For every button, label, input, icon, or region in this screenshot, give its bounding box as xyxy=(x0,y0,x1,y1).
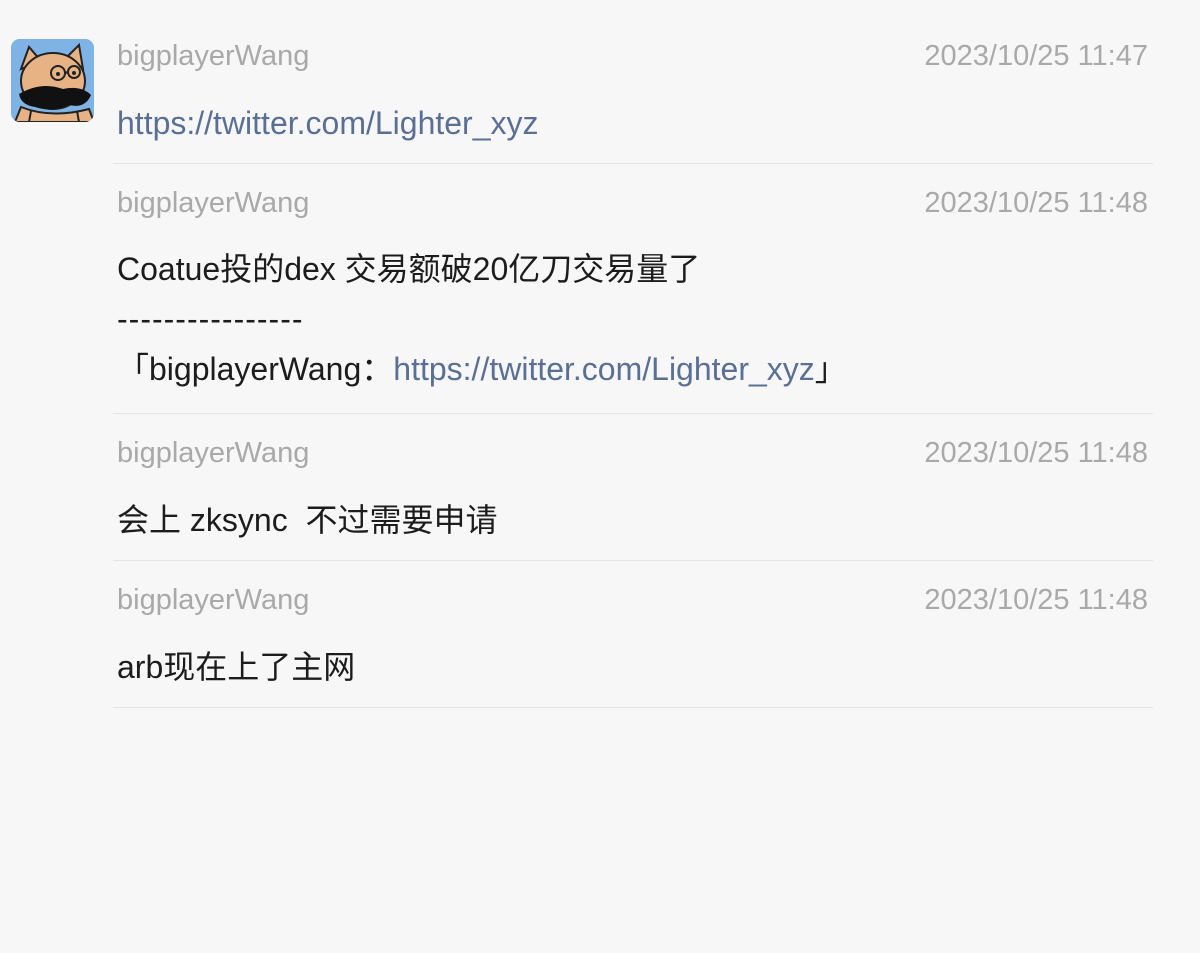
message-meta: bigplayerWang 2023/10/25 11:48 xyxy=(117,185,1148,221)
quote-divider: ---------------- xyxy=(117,301,304,337)
message-meta: bigplayerWang 2023/10/25 11:48 xyxy=(117,582,1148,618)
quote-suffix: 」 xyxy=(814,351,847,387)
avatar[interactable] xyxy=(11,39,94,122)
message-text: Coatue投的dex 交易额破20亿刀交易量了 xyxy=(117,251,701,287)
message-meta: bigplayerWang 2023/10/25 11:47 xyxy=(117,38,1148,74)
timestamp: 2023/10/25 11:48 xyxy=(924,584,1148,616)
message-text: 会上 zksync 不过需要申请 xyxy=(117,502,498,538)
cartoon-cat-avatar-icon xyxy=(11,39,94,122)
sender-name: bigplayerWang xyxy=(117,187,310,219)
twitter-link[interactable]: https://twitter.com/Lighter_xyz xyxy=(117,105,539,141)
sender-name: bigplayerWang xyxy=(117,40,310,72)
sender-name: bigplayerWang xyxy=(117,584,310,616)
message-item: bigplayerWang 2023/10/25 11:48 Coatue投的d… xyxy=(113,185,1153,414)
timestamp: 2023/10/25 11:47 xyxy=(924,40,1148,72)
quoted-message: 「bigplayerWang：https://twitter.com/Light… xyxy=(117,344,1148,394)
message-body: 会上 zksync 不过需要申请 xyxy=(117,495,1148,545)
message-meta: bigplayerWang 2023/10/25 11:48 xyxy=(117,435,1148,471)
message-body: arb现在上了主网 xyxy=(117,642,1148,692)
message-item: bigplayerWang 2023/10/25 11:48 arb现在上了主网 xyxy=(113,582,1153,708)
message-item: bigplayerWang 2023/10/25 11:47 https://t… xyxy=(113,38,1153,164)
message-text: arb现在上了主网 xyxy=(117,649,356,685)
chat-thread: bigplayerWang 2023/10/25 11:47 https://t… xyxy=(0,0,1200,953)
message-body: Coatue投的dex 交易额破20亿刀交易量了 ---------------… xyxy=(117,244,1148,394)
message-body: https://twitter.com/Lighter_xyz xyxy=(117,98,1148,148)
quote-prefix: 「bigplayerWang： xyxy=(117,351,394,387)
timestamp: 2023/10/25 11:48 xyxy=(924,437,1148,469)
quoted-twitter-link[interactable]: https://twitter.com/Lighter_xyz xyxy=(393,351,815,387)
sender-name: bigplayerWang xyxy=(117,437,310,469)
message-item: bigplayerWang 2023/10/25 11:48 会上 zksync… xyxy=(113,435,1153,561)
timestamp: 2023/10/25 11:48 xyxy=(924,187,1148,219)
